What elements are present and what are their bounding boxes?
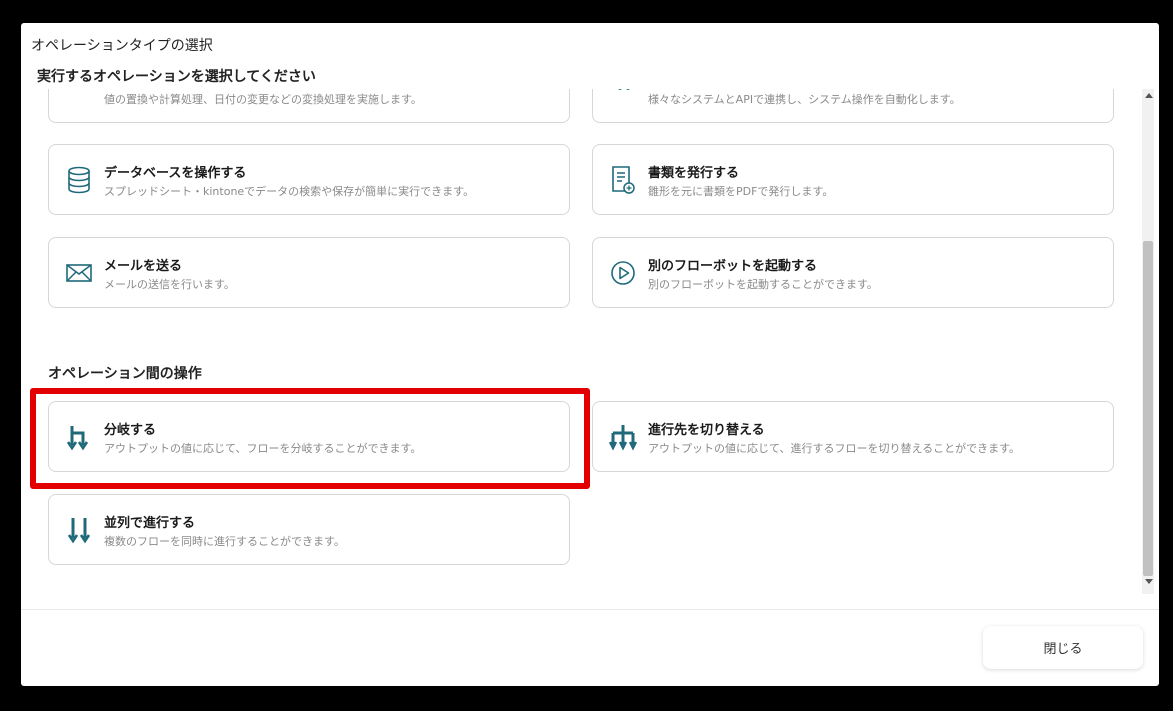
operation-desc: メールの送信を行います。: [104, 278, 235, 291]
operation-title: 分岐する: [104, 423, 157, 438]
footer-divider: [21, 609, 1159, 610]
operation-card-start-flowbot[interactable]: 別のフローボットを起動する 別のフローボットを起動することができます。: [592, 237, 1114, 308]
switch-path-icon: [608, 422, 638, 452]
operation-card-switch-path[interactable]: 進行先を切り替える アウトプットの値に応じて、進行するフローを切り替えることがで…: [592, 401, 1114, 472]
operation-card-transform[interactable]: 値の置換や計算処理、日付の変更などの変換処理を実施します。: [48, 89, 570, 123]
operation-desc: 値の置換や計算処理、日付の変更などの変換処理を実施します。: [104, 93, 422, 106]
branch-icon: [64, 422, 94, 452]
operation-title: データベースを操作する: [104, 166, 247, 181]
operation-card-parallel[interactable]: 並列で進行する 複数のフローを同時に進行することができます。: [48, 494, 570, 565]
operation-desc: アウトプットの値に応じて、進行するフローを切り替えることができます。: [648, 442, 1021, 455]
operation-card-document[interactable]: 書類を発行する 雛形を元に書類をPDFで発行します。: [592, 144, 1114, 215]
document-icon: [608, 165, 638, 195]
close-button[interactable]: 閉じる: [983, 626, 1143, 669]
database-icon: [64, 165, 94, 195]
operation-title: 進行先を切り替える: [648, 423, 765, 438]
operation-desc: アウトプットの値に応じて、フローを分岐することができます。: [104, 442, 422, 455]
operation-card-integration[interactable]: 様々なシステムとAPIで連携し、システム操作を自動化します。: [592, 89, 1114, 123]
operation-title: 書類を発行する: [648, 166, 740, 181]
dialog-subtitle: 実行するオペレーションを選択してください: [37, 69, 316, 85]
play-icon: [608, 258, 638, 288]
scroll-down-arrow[interactable]: [1145, 579, 1153, 584]
operation-card-branch[interactable]: 分岐する アウトプットの値に応じて、フローを分岐することができます。: [48, 401, 570, 472]
operation-desc: 雛形を元に書類をPDFで発行します。: [648, 185, 834, 198]
parallel-icon: [64, 515, 94, 545]
operation-type-dialog: オペレーションタイプの選択 実行するオペレーションを選択してください 値の置換や…: [21, 23, 1159, 686]
operation-card-database[interactable]: データベースを操作する スプレッドシート・kintoneでデータの検索や保存が簡…: [48, 144, 570, 215]
operation-list: 値の置換や計算処理、日付の変更などの変換処理を実施します。 様々なシステムとAP…: [21, 89, 1159, 594]
operation-title: 別のフローボットを起動する: [648, 259, 818, 274]
operation-card-mail[interactable]: メールを送る メールの送信を行います。: [48, 237, 570, 308]
operation-title: メールを送る: [104, 259, 183, 274]
operation-desc: スプレッドシート・kintoneでデータの検索や保存が簡単に実行できます。: [104, 185, 475, 198]
operation-desc: 複数のフローを同時に進行することができます。: [104, 535, 345, 548]
operation-desc: 別のフローボットを起動することができます。: [648, 278, 878, 291]
scroll-up-arrow[interactable]: [1145, 93, 1153, 98]
scrollbar-thumb[interactable]: [1143, 241, 1153, 576]
section-heading: オペレーション間の操作: [48, 366, 202, 382]
operation-desc: 様々なシステムとAPIで連携し、システム操作を自動化します。: [648, 93, 961, 106]
transform-icon: [64, 89, 94, 107]
integration-icon: [608, 89, 638, 107]
mail-icon: [64, 258, 94, 288]
operation-title: 並列で進行する: [104, 516, 196, 531]
dialog-title: オペレーションタイプの選択: [31, 38, 213, 54]
